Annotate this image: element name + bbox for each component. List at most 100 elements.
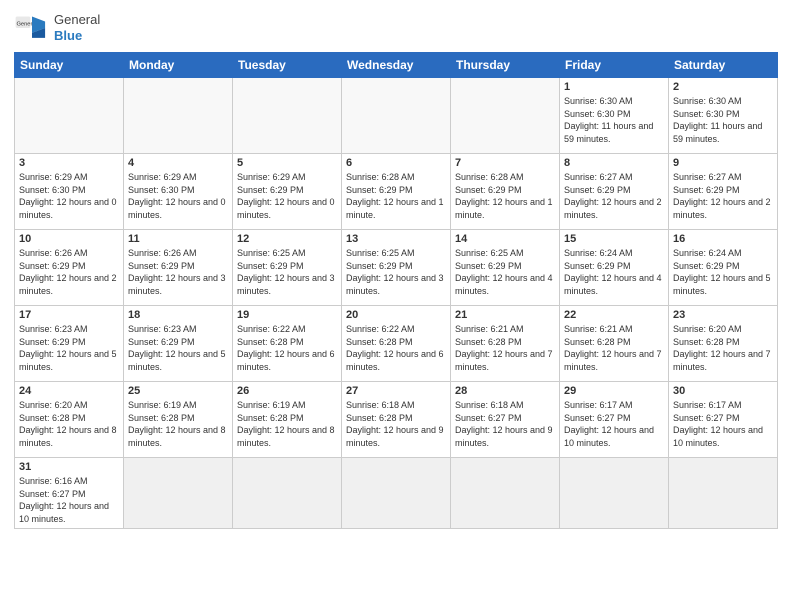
- day-info: Sunrise: 6:25 AM Sunset: 6:29 PM Dayligh…: [346, 247, 446, 297]
- day-number: 16: [673, 233, 773, 245]
- logo-general: General: [54, 12, 100, 28]
- calendar-cell: 16 Sunrise: 6:24 AM Sunset: 6:29 PM Dayli…: [669, 230, 778, 306]
- col-wednesday: Wednesday: [342, 53, 451, 78]
- day-info: Sunrise: 6:20 AM Sunset: 6:28 PM Dayligh…: [19, 399, 119, 449]
- day-info: Sunrise: 6:17 AM Sunset: 6:27 PM Dayligh…: [564, 399, 664, 449]
- calendar-cell: 24Sunrise: 6:20 AM Sunset: 6:28 PM Dayli…: [15, 382, 124, 458]
- calendar-cell: 17Sunrise: 6:23 AM Sunset: 6:29 PM Dayli…: [15, 306, 124, 382]
- calendar-cell: 9 Sunrise: 6:27 AM Sunset: 6:29 PM Daylig…: [669, 154, 778, 230]
- header: General General Blue: [14, 10, 778, 46]
- calendar-cell: 3Sunrise: 6:29 AM Sunset: 6:30 PM Daylig…: [15, 154, 124, 230]
- calendar-cell: 10Sunrise: 6:26 AM Sunset: 6:29 PM Dayli…: [15, 230, 124, 306]
- day-number: 3: [19, 157, 119, 169]
- calendar-cell: [451, 458, 560, 529]
- calendar-cell: 18 Sunrise: 6:23 AM Sunset: 6:29 PM Dayli…: [124, 306, 233, 382]
- calendar-week-row: 1 Sunrise: 6:30 AM Sunset: 6:30 PM Daylig…: [15, 78, 778, 154]
- col-saturday: Saturday: [669, 53, 778, 78]
- day-number: 19: [237, 309, 337, 321]
- day-number: 30: [673, 385, 773, 397]
- day-number: 11: [128, 233, 228, 245]
- day-info: Sunrise: 6:20 AM Sunset: 6:28 PM Dayligh…: [673, 323, 773, 373]
- day-info: Sunrise: 6:26 AM Sunset: 6:29 PM Dayligh…: [128, 247, 228, 297]
- calendar-cell: [560, 458, 669, 529]
- calendar-cell: [233, 78, 342, 154]
- day-info: Sunrise: 6:30 AM Sunset: 6:30 PM Dayligh…: [564, 95, 664, 145]
- col-tuesday: Tuesday: [233, 53, 342, 78]
- day-number: 5: [237, 157, 337, 169]
- calendar-cell: [15, 78, 124, 154]
- day-info: Sunrise: 6:19 AM Sunset: 6:28 PM Dayligh…: [237, 399, 337, 449]
- calendar-cell: 12 Sunrise: 6:25 AM Sunset: 6:29 PM Dayli…: [233, 230, 342, 306]
- calendar-cell: 19 Sunrise: 6:22 AM Sunset: 6:28 PM Dayli…: [233, 306, 342, 382]
- calendar-cell: 11 Sunrise: 6:26 AM Sunset: 6:29 PM Dayli…: [124, 230, 233, 306]
- calendar-cell: 14 Sunrise: 6:25 AM Sunset: 6:29 PM Dayli…: [451, 230, 560, 306]
- day-number: 7: [455, 157, 555, 169]
- calendar-cell: [451, 78, 560, 154]
- calendar-week-row: 3Sunrise: 6:29 AM Sunset: 6:30 PM Daylig…: [15, 154, 778, 230]
- calendar-cell: [342, 458, 451, 529]
- day-number: 21: [455, 309, 555, 321]
- calendar-cell: [342, 78, 451, 154]
- calendar-cell: 30 Sunrise: 6:17 AM Sunset: 6:27 PM Dayli…: [669, 382, 778, 458]
- calendar-cell: [669, 458, 778, 529]
- logo-text-block: General Blue: [54, 12, 100, 43]
- day-number: 20: [346, 309, 446, 321]
- day-number: 31: [19, 461, 119, 473]
- calendar-cell: 22Sunrise: 6:21 AM Sunset: 6:28 PM Dayli…: [560, 306, 669, 382]
- day-number: 28: [455, 385, 555, 397]
- calendar-cell: 25 Sunrise: 6:19 AM Sunset: 6:28 PM Dayli…: [124, 382, 233, 458]
- day-info: Sunrise: 6:24 AM Sunset: 6:29 PM Dayligh…: [564, 247, 664, 297]
- day-info: Sunrise: 6:23 AM Sunset: 6:29 PM Dayligh…: [19, 323, 119, 373]
- day-info: Sunrise: 6:21 AM Sunset: 6:28 PM Dayligh…: [564, 323, 664, 373]
- day-info: Sunrise: 6:19 AM Sunset: 6:28 PM Dayligh…: [128, 399, 228, 449]
- day-info: Sunrise: 6:18 AM Sunset: 6:27 PM Dayligh…: [455, 399, 555, 449]
- calendar-cell: 26 Sunrise: 6:19 AM Sunset: 6:28 PM Dayli…: [233, 382, 342, 458]
- day-info: Sunrise: 6:22 AM Sunset: 6:28 PM Dayligh…: [237, 323, 337, 373]
- calendar-week-row: 17Sunrise: 6:23 AM Sunset: 6:29 PM Dayli…: [15, 306, 778, 382]
- day-info: Sunrise: 6:25 AM Sunset: 6:29 PM Dayligh…: [455, 247, 555, 297]
- day-info: Sunrise: 6:27 AM Sunset: 6:29 PM Dayligh…: [673, 171, 773, 221]
- calendar-cell: 23Sunrise: 6:20 AM Sunset: 6:28 PM Dayli…: [669, 306, 778, 382]
- day-number: 14: [455, 233, 555, 245]
- day-number: 15: [564, 233, 664, 245]
- calendar-cell: 27Sunrise: 6:18 AM Sunset: 6:28 PM Dayli…: [342, 382, 451, 458]
- calendar-table: Sunday Monday Tuesday Wednesday Thursday…: [14, 52, 778, 529]
- calendar-week-row: 31Sunrise: 6:16 AM Sunset: 6:27 PM Dayli…: [15, 458, 778, 529]
- day-info: Sunrise: 6:23 AM Sunset: 6:29 PM Dayligh…: [128, 323, 228, 373]
- day-number: 27: [346, 385, 446, 397]
- day-info: Sunrise: 6:22 AM Sunset: 6:28 PM Dayligh…: [346, 323, 446, 373]
- day-number: 26: [237, 385, 337, 397]
- calendar-cell: 5Sunrise: 6:29 AM Sunset: 6:29 PM Daylig…: [233, 154, 342, 230]
- calendar-cell: 13 Sunrise: 6:25 AM Sunset: 6:29 PM Dayli…: [342, 230, 451, 306]
- calendar-cell: 29 Sunrise: 6:17 AM Sunset: 6:27 PM Dayli…: [560, 382, 669, 458]
- calendar-cell: 15 Sunrise: 6:24 AM Sunset: 6:29 PM Dayli…: [560, 230, 669, 306]
- calendar-cell: [124, 458, 233, 529]
- col-monday: Monday: [124, 53, 233, 78]
- calendar-cell: 8 Sunrise: 6:27 AM Sunset: 6:29 PM Daylig…: [560, 154, 669, 230]
- calendar-cell: 31Sunrise: 6:16 AM Sunset: 6:27 PM Dayli…: [15, 458, 124, 529]
- day-number: 18: [128, 309, 228, 321]
- calendar-cell: 28 Sunrise: 6:18 AM Sunset: 6:27 PM Dayli…: [451, 382, 560, 458]
- day-number: 13: [346, 233, 446, 245]
- calendar-cell: 1 Sunrise: 6:30 AM Sunset: 6:30 PM Daylig…: [560, 78, 669, 154]
- col-friday: Friday: [560, 53, 669, 78]
- day-info: Sunrise: 6:24 AM Sunset: 6:29 PM Dayligh…: [673, 247, 773, 297]
- calendar-cell: 4Sunrise: 6:29 AM Sunset: 6:30 PM Daylig…: [124, 154, 233, 230]
- day-number: 8: [564, 157, 664, 169]
- day-number: 10: [19, 233, 119, 245]
- calendar-week-row: 24Sunrise: 6:20 AM Sunset: 6:28 PM Dayli…: [15, 382, 778, 458]
- calendar-week-row: 10 Sunrise: 6:26 AM Sunset: 6:29 PM Dayli…: [15, 230, 778, 306]
- day-number: 4: [128, 157, 228, 169]
- day-info: Sunrise: 6:28 AM Sunset: 6:29 PM Dayligh…: [455, 171, 555, 221]
- day-number: 25: [128, 385, 228, 397]
- day-number: 29: [564, 385, 664, 397]
- day-number: 12: [237, 233, 337, 245]
- day-info: Sunrise: 6:25 AM Sunset: 6:29 PM Dayligh…: [237, 247, 337, 297]
- day-number: 1: [564, 81, 664, 93]
- col-thursday: Thursday: [451, 53, 560, 78]
- day-number: 9: [673, 157, 773, 169]
- calendar-cell: 6Sunrise: 6:28 AM Sunset: 6:29 PM Daylig…: [342, 154, 451, 230]
- day-info: Sunrise: 6:27 AM Sunset: 6:29 PM Dayligh…: [564, 171, 664, 221]
- day-info: Sunrise: 6:17 AM Sunset: 6:27 PM Dayligh…: [673, 399, 773, 449]
- calendar-cell: 2Sunrise: 6:30 AM Sunset: 6:30 PM Daylig…: [669, 78, 778, 154]
